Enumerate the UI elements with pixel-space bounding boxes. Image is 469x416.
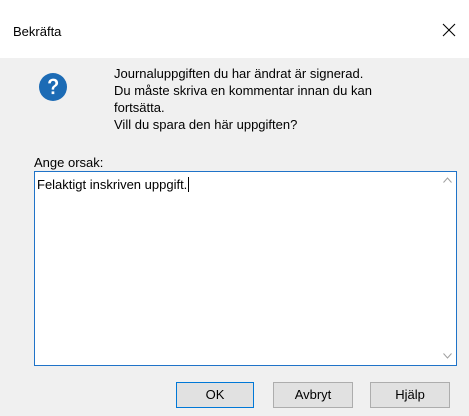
cancel-button[interactable]: Avbryt	[273, 382, 353, 408]
close-icon	[442, 23, 456, 37]
scroll-down-button[interactable]	[439, 348, 456, 365]
question-icon	[38, 72, 68, 102]
reason-text[interactable]: Felaktigt inskriven uppgift.	[37, 177, 190, 192]
chevron-up-icon	[443, 177, 452, 183]
text-caret	[188, 177, 190, 192]
help-button[interactable]: Hjälp	[370, 382, 450, 408]
message-line: Journaluppgiften du har ändrat är signer…	[114, 66, 364, 81]
message-line: Du måste skriva en kommentar innan du ka…	[114, 83, 372, 98]
message-line: fortsätta.	[114, 100, 165, 115]
confirm-dialog: Bekräfta Journaluppgiften du har ändrat …	[0, 0, 469, 416]
message-line: Vill du spara den här uppgiften?	[114, 117, 298, 132]
scroll-up-button[interactable]	[439, 172, 456, 189]
close-button[interactable]	[437, 14, 469, 48]
ok-button[interactable]: OK	[176, 382, 254, 408]
dialog-message: Journaluppgiften du har ändrat är signer…	[114, 65, 424, 133]
reason-textarea[interactable]: Felaktigt inskriven uppgift.	[34, 171, 457, 366]
title-bar: Bekräfta	[0, 0, 469, 58]
dialog-title: Bekräfta	[13, 24, 62, 39]
reason-label: Ange orsak:	[34, 155, 104, 170]
vertical-scrollbar[interactable]	[439, 172, 456, 365]
chevron-down-icon	[443, 353, 452, 359]
